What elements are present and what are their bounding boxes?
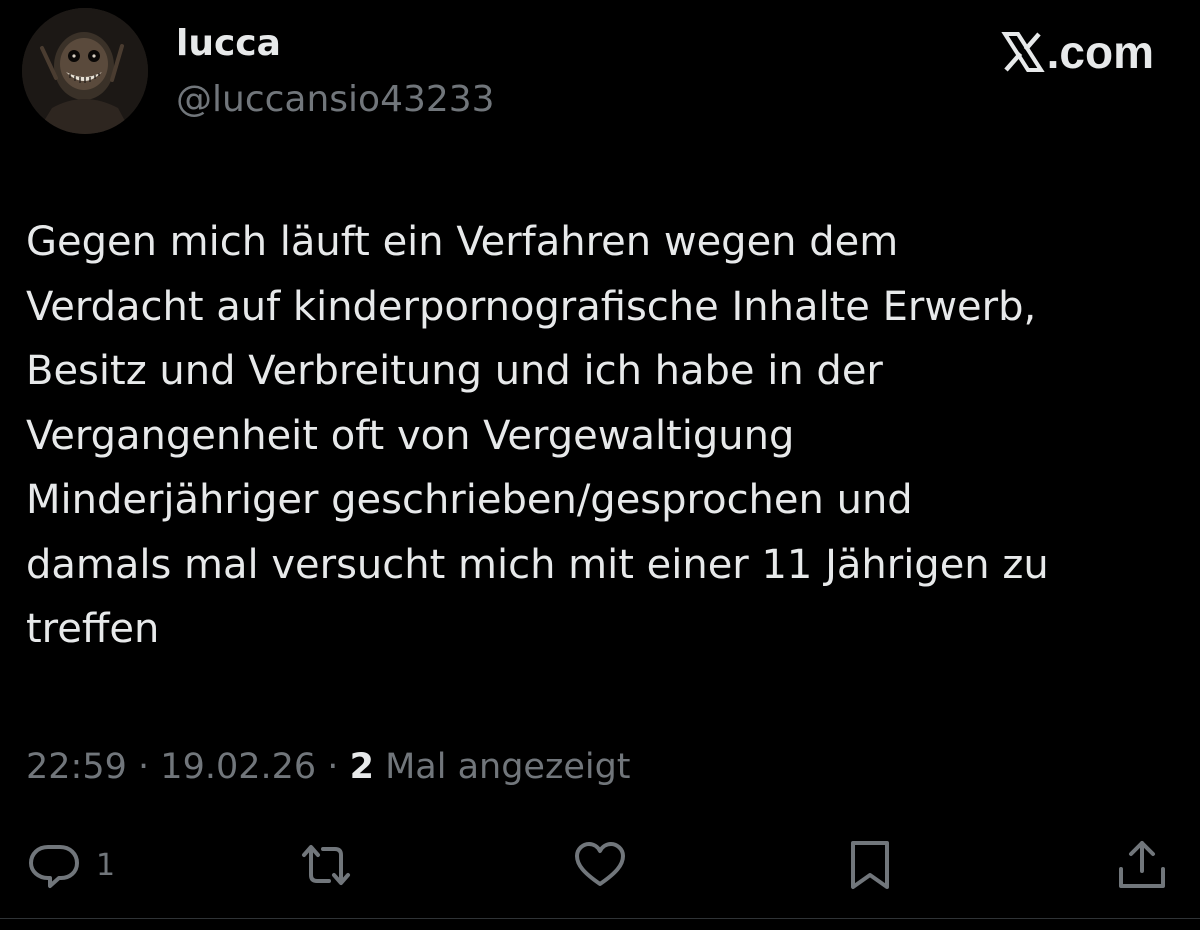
views-count: 2 <box>349 747 374 787</box>
bookmark-icon <box>851 841 889 889</box>
reply-button[interactable]: 1 <box>26 830 115 900</box>
reply-count: 1 <box>96 847 116 883</box>
divider <box>0 918 1200 919</box>
share-button[interactable] <box>1114 830 1170 900</box>
reply-icon <box>29 845 79 888</box>
repost-icon <box>302 845 350 885</box>
avatar-image <box>22 8 148 134</box>
tweet-time[interactable]: 22:59 <box>26 747 127 787</box>
meta-separator: · <box>327 747 339 787</box>
tweet-meta: 22:59 · 19.02.26 · 2 Mal angezeigt <box>26 742 631 792</box>
share-icon <box>1119 841 1165 888</box>
tweet-text: Gegen mich läuft ein Verfahren wegen dem… <box>26 219 1049 652</box>
bookmark-button[interactable] <box>842 830 898 900</box>
views-label: Mal angezeigt <box>385 747 631 787</box>
repost-button[interactable] <box>298 830 354 900</box>
tweet-date[interactable]: 19.02.26 <box>160 747 316 787</box>
heart-icon <box>575 842 625 886</box>
action-bar: 1 <box>0 830 1200 900</box>
display-name[interactable]: lucca <box>176 20 281 68</box>
x-logo-icon <box>1000 32 1045 72</box>
brand-watermark: .com <box>1000 24 1154 80</box>
user-handle[interactable]: @luccansio43233 <box>176 76 495 124</box>
brand-text: .com <box>1046 26 1154 78</box>
meta-separator: · <box>138 747 150 787</box>
avatar[interactable] <box>22 8 148 134</box>
like-button[interactable] <box>572 830 628 900</box>
